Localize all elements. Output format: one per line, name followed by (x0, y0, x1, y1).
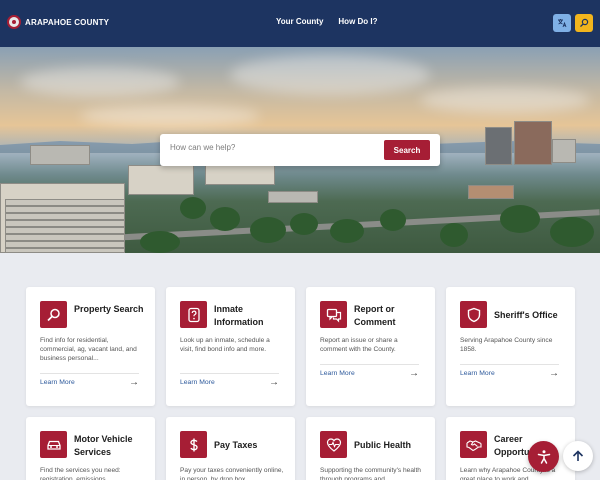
service-cards: Property Search Find info for residentia… (0, 253, 600, 480)
card-title: Public Health (354, 440, 412, 450)
learn-more-label: Learn More (320, 370, 355, 377)
arrow-right-icon: → (409, 368, 419, 379)
arrow-right-icon: → (549, 368, 559, 379)
accessibility-icon (537, 449, 550, 464)
learn-more-link[interactable]: Learn More → (40, 373, 139, 388)
county-seal-icon (7, 15, 21, 29)
translate-button[interactable] (553, 14, 571, 32)
back-to-top-button[interactable] (563, 441, 593, 471)
card-public-health[interactable]: Public Health Supporting the community's… (306, 417, 435, 480)
card-description: Find the services you need: registration… (40, 467, 121, 480)
question-icon (180, 301, 207, 328)
arrow-up-icon (572, 450, 584, 461)
card-description: Serving Arapahoe County since 1858. (460, 337, 553, 353)
card-description: Find info for residential, commercial, a… (40, 337, 137, 362)
card-sheriffs-office[interactable]: Sheriff's Office Serving Arapahoe County… (446, 287, 575, 406)
card-description: Pay your taxes conveniently online, in p… (180, 467, 284, 480)
car-icon (40, 431, 67, 458)
logo-text: ARAPAHOE COUNTY (25, 17, 110, 27)
nav-your-county[interactable]: Your County (276, 17, 323, 26)
search-input[interactable] (170, 143, 370, 152)
shield-icon (460, 301, 487, 328)
learn-more-label: Learn More (40, 379, 75, 386)
card-title: Inmate Information (214, 304, 264, 327)
search-button[interactable]: Search (384, 140, 430, 160)
handshake-icon (460, 431, 487, 458)
site-search: Search (160, 134, 440, 166)
card-inmate-information[interactable]: Inmate Information Look up an inmate, sc… (166, 287, 295, 406)
card-title: Pay Taxes (214, 440, 258, 450)
county-logo[interactable]: ARAPAHOE COUNTY (7, 15, 109, 29)
card-pay-taxes[interactable]: Pay Taxes Pay your taxes conveniently on… (166, 417, 295, 480)
card-report-or-comment[interactable]: Report or Comment Report an issue or sha… (306, 287, 435, 406)
card-title: Report or Comment (354, 304, 396, 327)
search-icon (580, 18, 589, 28)
learn-more-link[interactable]: Learn More → (180, 373, 279, 388)
card-description: Supporting the community's health throug… (320, 467, 421, 480)
nav-how-do-i[interactable]: How Do I? (338, 17, 377, 26)
arrow-right-icon: → (269, 377, 279, 388)
learn-more-label: Learn More (460, 370, 495, 377)
card-description: Report an issue or share a comment with … (320, 337, 398, 353)
site-header: ARAPAHOE COUNTY Your County How Do I? (0, 0, 600, 47)
learn-more-link[interactable]: Learn More → (460, 364, 559, 379)
translate-icon (558, 19, 567, 28)
card-title: Motor Vehicle Services (74, 434, 133, 457)
card-title: Property Search (74, 304, 144, 314)
arrow-right-icon: → (129, 377, 139, 388)
card-property-search[interactable]: Property Search Find info for residentia… (26, 287, 155, 406)
card-title: Sheriff's Office (494, 310, 558, 320)
main-nav: Your County How Do I? (276, 17, 378, 26)
accessibility-button[interactable] (528, 441, 559, 472)
dollar-icon (180, 431, 207, 458)
learn-more-label: Learn More (180, 379, 215, 386)
card-description: Look up an inmate, schedule a visit, fin… (180, 337, 270, 353)
magnifier-icon (40, 301, 67, 328)
card-motor-vehicle-services[interactable]: Motor Vehicle Services Find the services… (26, 417, 155, 480)
comment-icon (320, 301, 347, 328)
learn-more-link[interactable]: Learn More → (320, 364, 419, 379)
heart-pulse-icon (320, 431, 347, 458)
header-search-button[interactable] (575, 14, 593, 32)
